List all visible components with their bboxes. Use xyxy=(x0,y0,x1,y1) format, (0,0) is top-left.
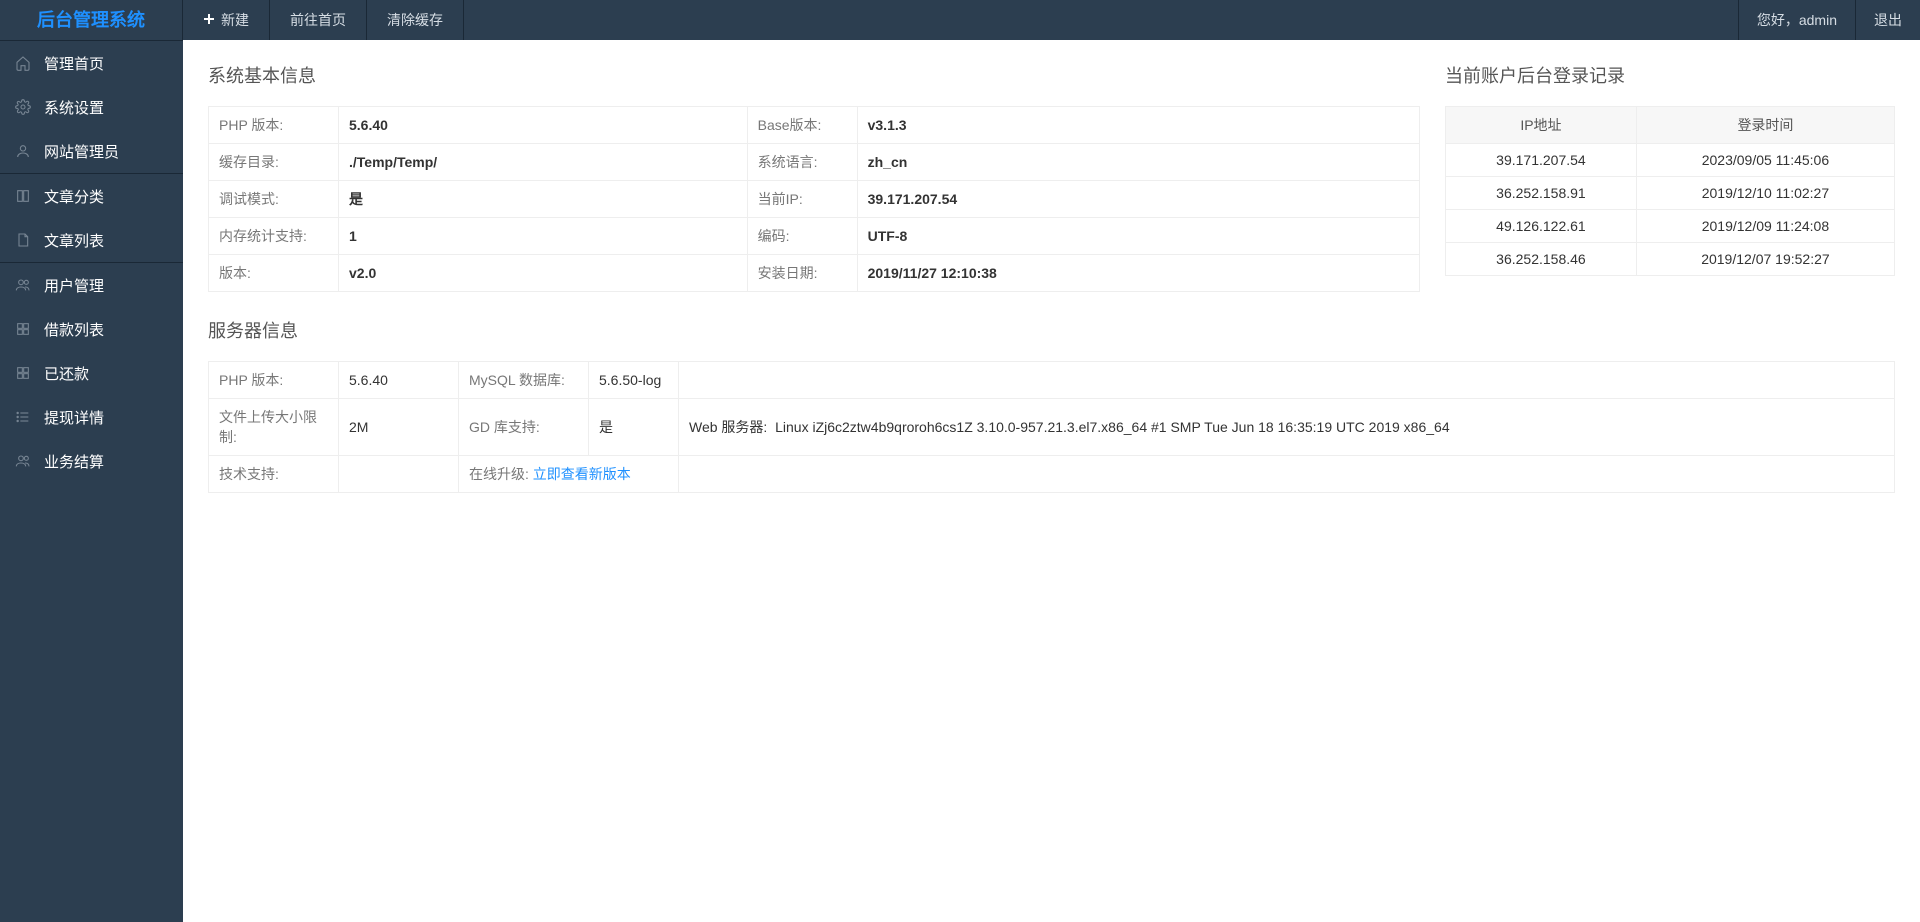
goto-home-button[interactable]: 前往首页 xyxy=(270,0,367,40)
menu-group-2: 文章分类文章列表 xyxy=(0,173,183,262)
loginlog-table: IP地址 登录时间 39.171.207.542023/09/05 11:45:… xyxy=(1445,106,1895,276)
sidebar-item-label: 网站管理员 xyxy=(44,141,119,162)
serverinfo-empty xyxy=(679,362,1895,399)
topnav: 新建 前往首页 清除缓存 xyxy=(183,0,1738,40)
loginlog-ip: 49.126.122.61 xyxy=(1446,210,1637,243)
loginlog-ip: 36.252.158.46 xyxy=(1446,243,1637,276)
sysinfo-value: 1 xyxy=(339,218,748,255)
sidebar-item-settle[interactable]: 业务结算 xyxy=(0,439,183,483)
loginlog-time: 2023/09/05 11:45:06 xyxy=(1636,144,1894,177)
loginlog-header-ip: IP地址 xyxy=(1446,107,1637,144)
sysinfo-label: 版本: xyxy=(209,255,339,292)
sidebar-item-loans[interactable]: 借款列表 xyxy=(0,307,183,351)
loginlog-time: 2019/12/07 19:52:27 xyxy=(1636,243,1894,276)
sysinfo-value: v3.1.3 xyxy=(857,107,1419,144)
sysinfo-value: 2019/11/27 12:10:38 xyxy=(857,255,1419,292)
new-button[interactable]: 新建 xyxy=(183,0,270,40)
list-icon xyxy=(14,408,32,426)
serverinfo-value: 5.6.40 xyxy=(339,362,459,399)
serverinfo-label: PHP 版本: xyxy=(209,362,339,399)
plus-icon xyxy=(203,0,215,40)
sysinfo-value: 5.6.40 xyxy=(339,107,748,144)
gear-icon xyxy=(14,98,32,116)
logout-button[interactable]: 退出 xyxy=(1855,0,1920,40)
loginlog-ip: 39.171.207.54 xyxy=(1446,144,1637,177)
sysinfo-label: 系统语言: xyxy=(747,144,857,181)
sidebar-item-label: 系统设置 xyxy=(44,97,104,118)
sysinfo-label: 当前IP: xyxy=(747,181,857,218)
sysinfo-label: 安装日期: xyxy=(747,255,857,292)
loginlog-time: 2019/12/10 11:02:27 xyxy=(1636,177,1894,210)
sidebar: 管理首页系统设置网站管理员 文章分类文章列表 用户管理借款列表已还款提现详情业务… xyxy=(0,40,183,922)
serverinfo-label: GD 库支持: xyxy=(459,399,589,456)
grid-icon xyxy=(14,320,32,338)
logo: 后台管理系统 xyxy=(0,0,183,40)
sidebar-item-label: 业务结算 xyxy=(44,451,104,472)
grid-icon xyxy=(14,364,32,382)
sidebar-item-articles[interactable]: 文章列表 xyxy=(0,218,183,262)
clear-cache-button[interactable]: 清除缓存 xyxy=(367,0,464,40)
sysinfo-table: PHP 版本:5.6.40Base版本:v3.1.3 缓存目录:./Temp/Te… xyxy=(208,106,1420,292)
menu-group-1: 管理首页系统设置网站管理员 xyxy=(0,40,183,173)
sysinfo-value: v2.0 xyxy=(339,255,748,292)
topright: 您好，admin 退出 xyxy=(1738,0,1920,40)
serverinfo-empty xyxy=(679,456,1895,493)
serverinfo-value: 5.6.50-log xyxy=(589,362,679,399)
sysinfo-value: 是 xyxy=(339,181,748,218)
sidebar-item-label: 借款列表 xyxy=(44,319,104,340)
sysinfo-value: 39.171.207.54 xyxy=(857,181,1419,218)
serverinfo-label: 技术支持: xyxy=(209,456,339,493)
sidebar-item-admins[interactable]: 网站管理员 xyxy=(0,129,183,173)
sidebar-item-users[interactable]: 用户管理 xyxy=(0,263,183,307)
sysinfo-value: zh_cn xyxy=(857,144,1419,181)
sysinfo-label: Base版本: xyxy=(747,107,857,144)
sysinfo-label: 调试模式: xyxy=(209,181,339,218)
sidebar-item-label: 已还款 xyxy=(44,363,89,384)
serverinfo-title: 服务器信息 xyxy=(208,317,1895,343)
greeting[interactable]: 您好，admin xyxy=(1738,0,1855,40)
sidebar-item-label: 管理首页 xyxy=(44,53,104,74)
sidebar-item-label: 提现详情 xyxy=(44,407,104,428)
sysinfo-title: 系统基本信息 xyxy=(208,62,1420,88)
file-icon xyxy=(14,231,32,249)
new-label: 新建 xyxy=(221,0,249,40)
serverinfo-value: 2M xyxy=(339,399,459,456)
serverinfo-webserver: Web 服务器: Linux iZj6c2ztw4b9qroroh6cs1Z 3… xyxy=(679,399,1895,456)
upgrade-link[interactable]: 立即查看新版本 xyxy=(533,466,631,482)
loginlog-header-time: 登录时间 xyxy=(1636,107,1894,144)
serverinfo-value xyxy=(339,456,459,493)
user-icon xyxy=(14,142,32,160)
loginlog-ip: 36.252.158.91 xyxy=(1446,177,1637,210)
sysinfo-label: 内存统计支持: xyxy=(209,218,339,255)
sidebar-item-withdraw[interactable]: 提现详情 xyxy=(0,395,183,439)
sysinfo-label: 缓存目录: xyxy=(209,144,339,181)
loginlog-title: 当前账户后台登录记录 xyxy=(1445,62,1895,88)
sysinfo-value: UTF-8 xyxy=(857,218,1419,255)
sidebar-item-label: 文章列表 xyxy=(44,230,104,251)
loginlog-time: 2019/12/09 11:24:08 xyxy=(1636,210,1894,243)
sidebar-item-dashboard[interactable]: 管理首页 xyxy=(0,41,183,85)
sysinfo-label: 编码: xyxy=(747,218,857,255)
serverinfo-value: 是 xyxy=(589,399,679,456)
serverinfo-table: PHP 版本: 5.6.40 MySQL 数据库: 5.6.50-log 文件上… xyxy=(208,361,1895,493)
sidebar-item-label: 用户管理 xyxy=(44,275,104,296)
sysinfo-value: ./Temp/Temp/ xyxy=(339,144,748,181)
home-icon xyxy=(14,54,32,72)
serverinfo-upgrade: 在线升级: 立即查看新版本 xyxy=(459,456,679,493)
main: 系统基本信息 PHP 版本:5.6.40Base版本:v3.1.3缓存目录:./… xyxy=(183,40,1920,515)
sidebar-item-settings[interactable]: 系统设置 xyxy=(0,85,183,129)
users-icon xyxy=(14,452,32,470)
book-icon xyxy=(14,187,32,205)
sidebar-item-categories[interactable]: 文章分类 xyxy=(0,174,183,218)
sidebar-item-repaid[interactable]: 已还款 xyxy=(0,351,183,395)
users-icon xyxy=(14,276,32,294)
sidebar-item-label: 文章分类 xyxy=(44,186,104,207)
serverinfo-label: MySQL 数据库: xyxy=(459,362,589,399)
sysinfo-label: PHP 版本: xyxy=(209,107,339,144)
serverinfo-label: 文件上传大小限制: xyxy=(209,399,339,456)
header: 后台管理系统 新建 前往首页 清除缓存 您好，admin 退出 xyxy=(0,0,1920,40)
menu-group-3: 用户管理借款列表已还款提现详情业务结算 xyxy=(0,262,183,483)
